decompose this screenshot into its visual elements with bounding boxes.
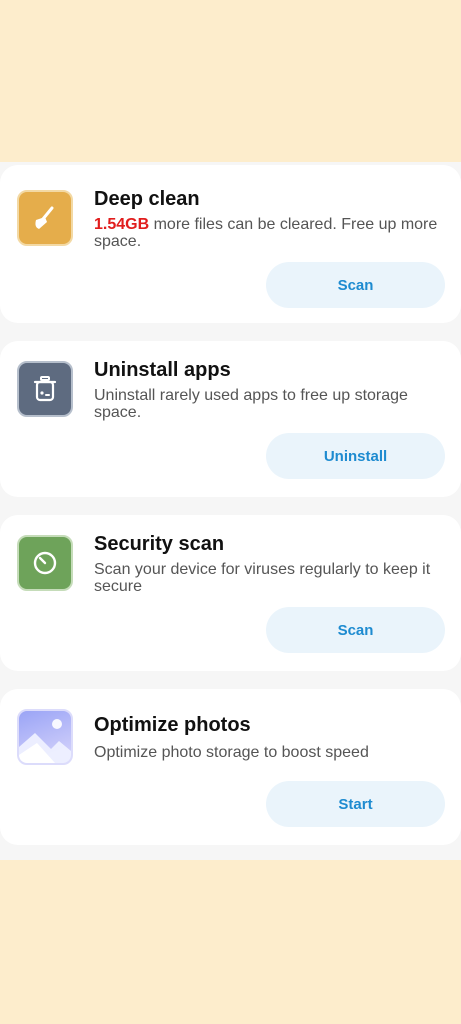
security-scan-card: Security scan Scan your device for virus…	[0, 515, 461, 671]
uninstall-apps-card: Uninstall apps Uninstall rarely used app…	[0, 341, 461, 497]
broom-icon	[17, 190, 73, 246]
card-title: Deep clean	[94, 188, 200, 210]
feature-list-panel: Deep clean 1.54GB more files can be clea…	[0, 162, 461, 860]
photo-icon	[17, 709, 73, 765]
deep-clean-scan-button[interactable]: Scan	[266, 262, 445, 308]
card-title: Uninstall apps	[94, 359, 231, 381]
card-description: Scan your device for viruses regularly t…	[94, 561, 431, 595]
card-description: Optimize photo storage to boost speed	[94, 744, 369, 761]
uninstall-button[interactable]: Uninstall	[266, 433, 445, 479]
trash-box-icon	[17, 361, 73, 417]
security-scan-button[interactable]: Scan	[266, 607, 445, 653]
optimize-photos-card: Optimize photos Optimize photo storage t…	[0, 689, 461, 845]
cleanable-size: 1.54GB	[94, 216, 150, 233]
deep-clean-card: Deep clean 1.54GB more files can be clea…	[0, 165, 461, 323]
card-description: 1.54GB more files can be cleared. Free u…	[94, 216, 438, 250]
card-title: Security scan	[94, 533, 225, 555]
card-description: Uninstall rarely used apps to free up st…	[94, 387, 408, 421]
card-title: Optimize photos	[94, 714, 251, 736]
timer-shield-icon	[17, 535, 73, 591]
optimize-photos-start-button[interactable]: Start	[266, 781, 445, 827]
